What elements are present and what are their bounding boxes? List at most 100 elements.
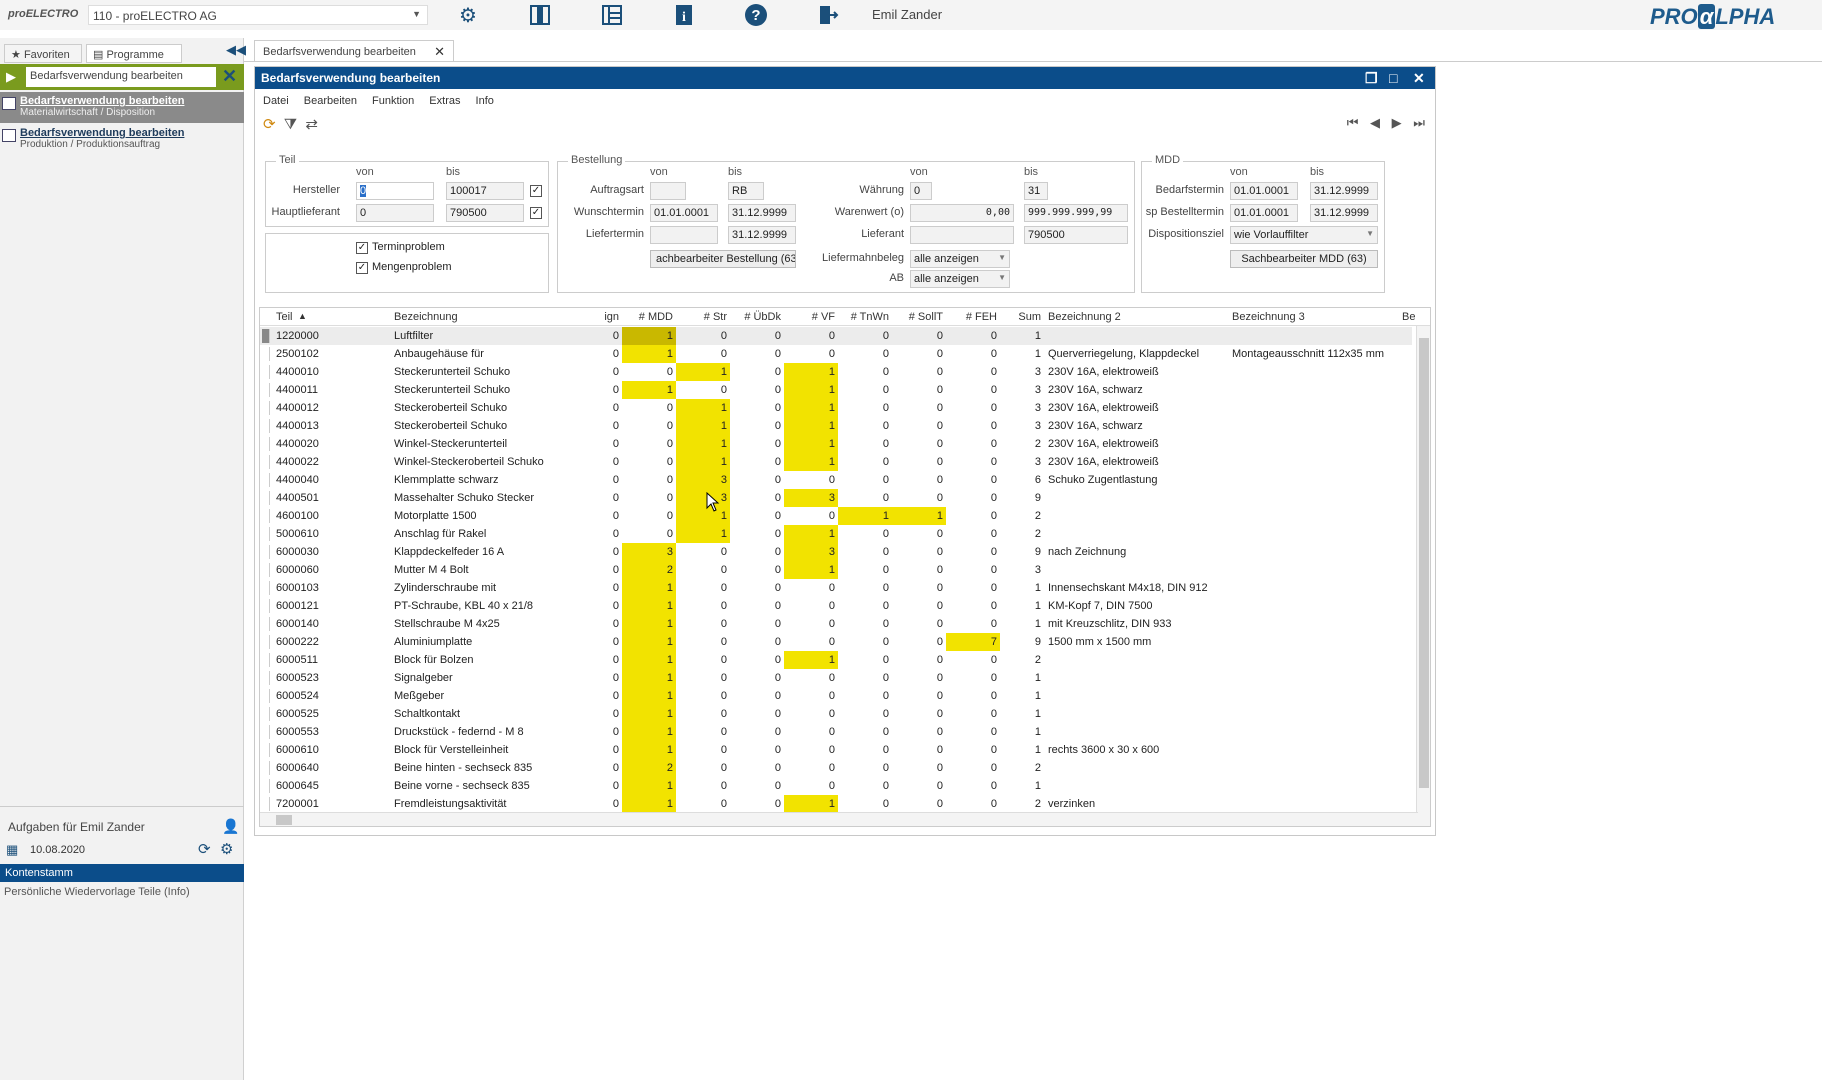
refresh-icon[interactable]: ⟳ <box>198 840 211 858</box>
ab-select[interactable]: alle anzeigen ▼ <box>910 270 1010 288</box>
next-record-icon[interactable]: ▶ <box>1392 115 1402 130</box>
row-selector[interactable] <box>262 707 270 721</box>
mengenproblem-checkbox[interactable]: ✓ <box>356 262 368 274</box>
table-row[interactable]: 6000525 Schaltkontakt 0 1 0 0 0 0 0 0 1 <box>260 705 1412 723</box>
wunschtermin-von-input[interactable]: 01.01.0001 <box>650 204 718 222</box>
table-row[interactable]: 4400011 Steckerunterteil Schuko 0 1 0 0 1 0 0 0 3 2… <box>260 381 1412 399</box>
row-selector[interactable] <box>262 419 270 433</box>
grid-layout-icon[interactable] <box>599 2 625 28</box>
table-row[interactable]: 4600100 Motorplatte 1500 0 0 1 0 0 1 1 0 2 <box>260 507 1412 525</box>
table-row[interactable]: 5000610 Anschlag für Rakel 0 0 1 0 1 0 0 0 2 <box>260 525 1412 543</box>
tab-programs[interactable]: ▤ Programme <box>86 44 182 63</box>
table-row[interactable]: 6000140 Stellschraube M 4x25 0 1 0 0 0 0 0 0 1 mit … <box>260 615 1412 633</box>
task-item[interactable]: Persönliche Wiedervorlage Teile (Info) <box>4 886 190 898</box>
column-header-sum[interactable]: Sum <box>1000 311 1041 323</box>
row-selector[interactable] <box>262 401 270 415</box>
bedarfstermin-von-input[interactable]: 01.01.0001 <box>1230 182 1298 200</box>
menu-extras[interactable]: Extras <box>429 95 460 107</box>
row-selector[interactable] <box>262 491 270 505</box>
table-row[interactable]: 4400040 Klemmplatte schwarz 0 0 3 0 0 0 0 0 6 Schuk… <box>260 471 1412 489</box>
sachbearbeiter-mdd-button[interactable]: Sachbearbeiter MDD (63) <box>1230 250 1378 268</box>
row-selector-active[interactable] <box>262 329 270 343</box>
tab-bedarfsverwendung[interactable]: Bedarfsverwendung bearbeiten ✕ <box>254 40 454 62</box>
table-row[interactable]: 6000121 PT-Schraube, KBL 40 x 21/8 0 1 0 0 0 0 0… <box>260 597 1412 615</box>
hauptlieferant-bis-input[interactable]: 790500 <box>446 204 524 222</box>
row-selector[interactable] <box>262 725 270 739</box>
play-icon[interactable]: ▶ <box>6 69 16 85</box>
column-header-tnwn[interactable]: # TnWn <box>838 311 889 323</box>
gear-icon[interactable]: ⚙ <box>455 2 481 28</box>
prev-record-icon[interactable]: ◀ <box>1370 115 1380 130</box>
table-row[interactable]: 4400501 Massehalter Schuko Stecker 0 0 3 0 3 0 0… <box>260 489 1412 507</box>
maximize-icon[interactable]: □ <box>1389 70 1397 86</box>
dispositionsziel-select[interactable]: wie Vorlauffilter ▼ <box>1230 226 1378 244</box>
column-header-mdd[interactable]: # MDD <box>622 311 673 323</box>
program-item-materialwirtschaft[interactable]: Bedarfsverwendung bearbeiten Materialwir… <box>0 92 244 123</box>
first-record-icon[interactable]: ⏮ <box>1347 115 1359 130</box>
column-header-bezeichnung[interactable]: Bezeichnung <box>394 311 458 323</box>
lieferant-bis-input[interactable]: 790500 <box>1024 226 1128 244</box>
menu-datei[interactable]: Datei <box>263 95 289 107</box>
calendar-icon[interactable]: ▦ <box>6 842 18 858</box>
filter-icon[interactable]: ⧩ <box>284 116 297 133</box>
row-selector[interactable] <box>262 527 270 541</box>
row-selector[interactable] <box>262 545 270 559</box>
liefertermin-bis-input[interactable]: 31.12.9999 <box>728 226 796 244</box>
row-selector[interactable] <box>262 437 270 451</box>
table-row[interactable]: 4400022 Winkel-Steckeroberteil Schuko 0 0 1 0… <box>260 453 1412 471</box>
row-selector[interactable] <box>262 473 270 487</box>
tab-favorites[interactable]: ★ Favoriten <box>4 44 82 63</box>
sachbearbeiter-bestellung-button[interactable]: achbearbeiter Bestellung (63 <box>650 250 796 268</box>
table-row[interactable]: 6000610 Block für Verstelleinheit 0 1 0 0 0 0 0 0… <box>260 741 1412 759</box>
menu-bearbeiten[interactable]: Bearbeiten <box>304 95 357 107</box>
scrollbar-thumb[interactable] <box>276 815 292 825</box>
table-row[interactable]: 4400010 Steckerunterteil Schuko 0 0 1 0 1 0 0 0 3 2… <box>260 363 1412 381</box>
hauptlieferant-von-input[interactable]: 0 <box>356 204 434 222</box>
sp-bestelltermin-bis-input[interactable]: 31.12.9999 <box>1310 204 1378 222</box>
wunschtermin-bis-input[interactable]: 31.12.9999 <box>728 204 796 222</box>
tasks-category[interactable]: Kontenstamm <box>0 864 244 882</box>
row-selector[interactable] <box>262 347 270 361</box>
close-icon[interactable]: ✕ <box>1413 70 1425 87</box>
company-select[interactable]: 110 - proELECTRO AG ▼ <box>88 5 428 25</box>
scrollbar-thumb[interactable] <box>1419 338 1429 788</box>
bedarfstermin-bis-input[interactable]: 31.12.9999 <box>1310 182 1378 200</box>
row-selector[interactable] <box>262 599 270 613</box>
table-row[interactable]: 1220000 Luftfilter 0 1 0 0 0 0 0 0 1 <box>260 327 1412 345</box>
column-header-ign[interactable]: ign <box>572 311 619 323</box>
auftragsart-bis-input[interactable]: RB <box>728 182 764 200</box>
table-row[interactable]: 6000060 Mutter M 4 Bolt 0 2 0 0 1 0 0 0 3 <box>260 561 1412 579</box>
sp-bestelltermin-von-input[interactable]: 01.01.0001 <box>1230 204 1298 222</box>
column-header-be[interactable]: Be <box>1402 311 1415 323</box>
terminproblem-checkbox[interactable]: ✓ <box>356 242 368 254</box>
table-row[interactable]: 4400020 Winkel-Steckerunterteil 0 0 1 0 1 0 0 0 2 2… <box>260 435 1412 453</box>
vertical-scrollbar[interactable] <box>1416 326 1430 826</box>
row-selector[interactable] <box>262 761 270 775</box>
menu-funktion[interactable]: Funktion <box>372 95 414 107</box>
table-row[interactable]: 6000103 Zylinderschraube mit 0 1 0 0 0 0 0 0 1 Inne… <box>260 579 1412 597</box>
row-selector[interactable] <box>262 365 270 379</box>
waehrung-von-input[interactable]: 0 <box>910 182 932 200</box>
row-selector[interactable] <box>262 689 270 703</box>
warenwert-von-input[interactable]: 0,00 <box>910 204 1014 222</box>
liefermahnbeleg-select[interactable]: alle anzeigen ▼ <box>910 250 1010 268</box>
column-header-bezeichnung3[interactable]: Bezeichnung 3 <box>1232 311 1305 323</box>
column-header-feh[interactable]: # FEH <box>946 311 997 323</box>
column-header-uebdk[interactable]: # ÜbDk <box>730 311 781 323</box>
row-selector[interactable] <box>262 743 270 757</box>
column-header-bezeichnung2[interactable]: Bezeichnung 2 <box>1048 311 1121 323</box>
row-selector[interactable] <box>262 653 270 667</box>
hersteller-von-input[interactable]: 0 <box>356 182 434 200</box>
clear-search-icon[interactable]: ✕ <box>222 66 237 87</box>
row-selector[interactable] <box>262 581 270 595</box>
hauptlieferant-checkbox[interactable]: ✓ <box>530 207 542 219</box>
auftragsart-von-input[interactable] <box>650 182 686 200</box>
table-row[interactable]: 6000645 Beine vorne - sechseck 835 0 1 0 0 0 0 0… <box>260 777 1412 795</box>
menu-info[interactable]: Info <box>476 95 494 107</box>
column-header-teil[interactable]: Teil <box>276 311 293 323</box>
hersteller-bis-input[interactable]: 100017 <box>446 182 524 200</box>
row-selector[interactable] <box>262 509 270 523</box>
lieferant-von-input[interactable] <box>910 226 1014 244</box>
table-row[interactable]: 2500102 Anbaugehäuse für 0 1 0 0 0 0 0 0 1 Querverr… <box>260 345 1412 363</box>
column-header-str[interactable]: # Str <box>676 311 727 323</box>
